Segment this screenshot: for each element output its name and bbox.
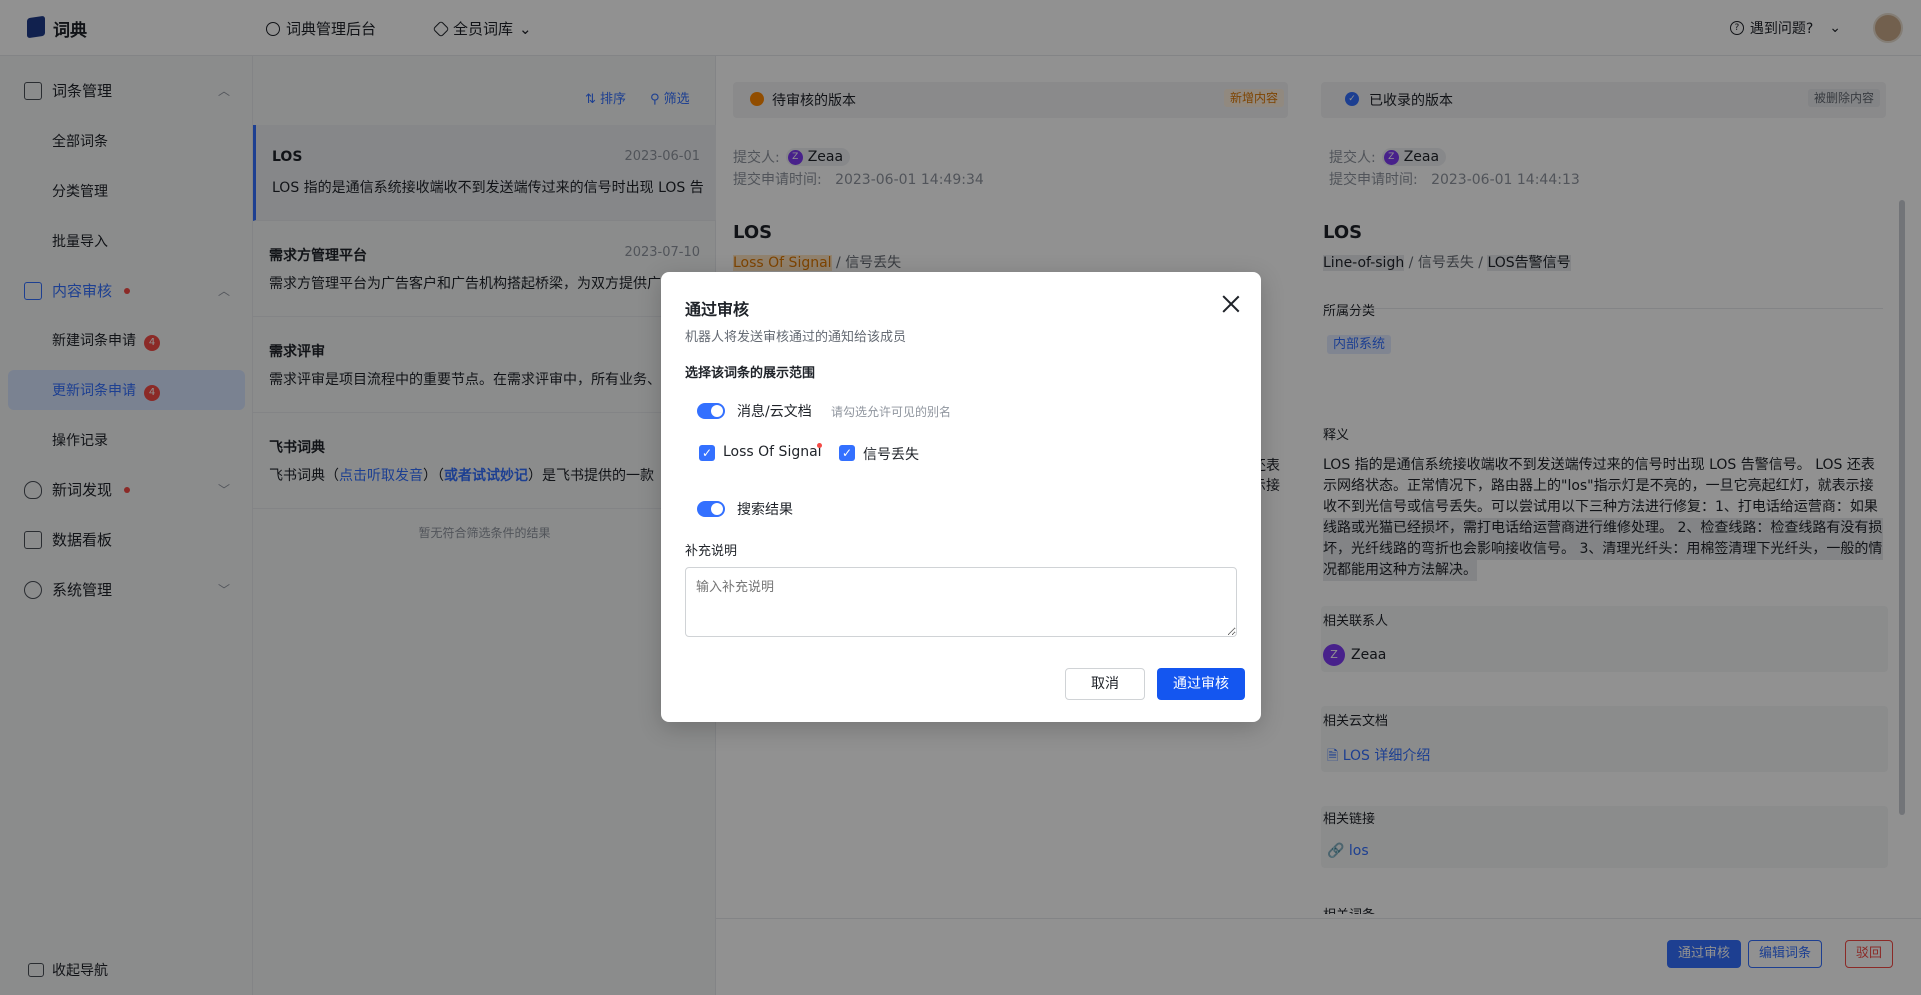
- note-input[interactable]: [685, 567, 1237, 637]
- required-dot: [817, 443, 822, 448]
- scope-section-title: 选择该词条的展示范围: [685, 366, 816, 381]
- alias-checkbox-1[interactable]: ✓: [699, 445, 715, 461]
- messages-docs-label: 消息/云文档: [737, 404, 812, 420]
- messages-docs-toggle[interactable]: [697, 403, 725, 419]
- alias-hint: 请勾选允许可见的别名: [831, 405, 952, 419]
- close-icon[interactable]: [1221, 294, 1241, 314]
- confirm-approve-button[interactable]: 通过审核: [1157, 668, 1245, 700]
- approve-dialog: 通过审核 机器人将发送审核通过的通知给该成员 选择该词条的展示范围 消息/云文档…: [661, 272, 1261, 722]
- search-results-toggle[interactable]: [697, 501, 725, 517]
- note-label: 补充说明: [685, 544, 738, 559]
- search-results-label: 搜索结果: [737, 502, 793, 518]
- alias-checkbox-label: Loss Of Signal: [723, 444, 822, 460]
- cancel-button[interactable]: 取消: [1065, 668, 1145, 700]
- dialog-subtitle: 机器人将发送审核通过的通知给该成员: [685, 330, 907, 345]
- alias-checkbox-2[interactable]: ✓: [839, 445, 855, 461]
- dialog-title: 通过审核: [685, 300, 750, 319]
- alias-checkbox-label: 信号丢失: [863, 447, 919, 463]
